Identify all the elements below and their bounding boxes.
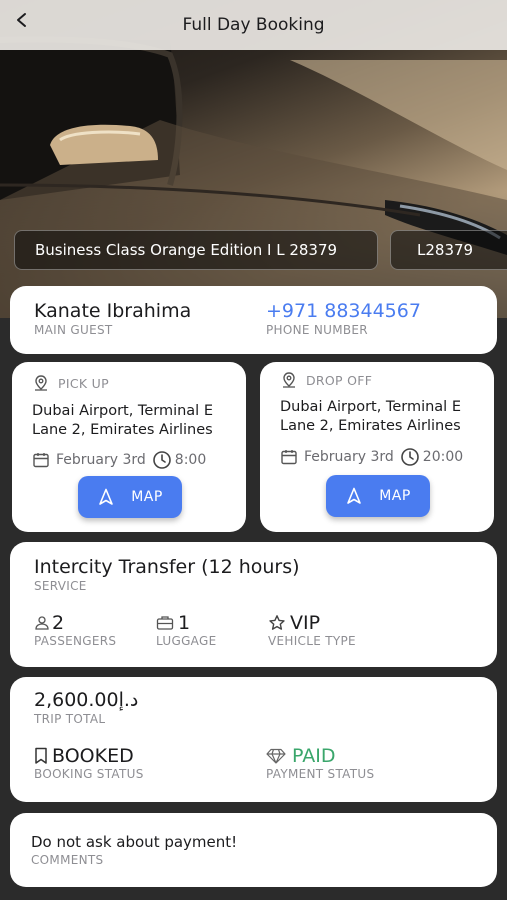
vehicle-type-caption: VEHICLE TYPE <box>268 634 356 648</box>
comments-text: Do not ask about payment! <box>31 833 238 851</box>
hero-image: Full Day Booking Business Class Orange E… <box>0 0 507 318</box>
calendar-icon <box>32 451 50 469</box>
top-bar: Full Day Booking <box>0 0 507 50</box>
phone-number-caption: PHONE NUMBER <box>266 323 368 337</box>
page-title: Full Day Booking <box>182 15 325 35</box>
luggage-value: 1 <box>178 612 191 634</box>
trip-status-card: 2,600.00د.إ TRIP TOTAL BOOKED BOOKING ST… <box>10 677 497 802</box>
dropoff-map-button[interactable]: MAP <box>326 475 430 517</box>
back-button[interactable] <box>14 12 40 38</box>
vehicle-chip-plate[interactable]: L28379 <box>390 230 507 270</box>
vehicle-chip-label: Business Class Orange Edition I L 28379 <box>35 241 338 259</box>
clock-icon <box>152 450 172 470</box>
navigation-arrow-icon <box>345 487 363 505</box>
dropoff-date: February 3rd <box>304 449 394 465</box>
service-caption: SERVICE <box>34 579 87 593</box>
calendar-icon <box>280 448 298 466</box>
person-icon <box>34 615 50 631</box>
guest-name-caption: MAIN GUEST <box>34 323 113 337</box>
clock-icon <box>400 447 420 467</box>
booking-status-value: BOOKED <box>52 745 134 767</box>
payment-status-value: PAID <box>292 745 336 767</box>
pickup-date: February 3rd <box>56 452 146 468</box>
vehicle-type-value: VIP <box>290 612 321 634</box>
back-arrow-icon <box>17 13 26 27</box>
guest-card: Kanate Ibrahima MAIN GUEST +971 88344567… <box>10 286 497 354</box>
dropoff-card: DROP OFF Dubai Airport, Terminal E Lane … <box>260 362 494 532</box>
phone-number-link[interactable]: +971 88344567 <box>266 300 421 322</box>
luggage-caption: LUGGAGE <box>156 634 217 648</box>
pickup-time: 8:00 <box>174 452 207 468</box>
bookmark-icon <box>34 747 48 765</box>
trip-total-caption: TRIP TOTAL <box>34 712 106 726</box>
vehicle-chip-name[interactable]: Business Class Orange Edition I L 28379 <box>14 230 378 270</box>
comments-caption: COMMENTS <box>31 853 104 867</box>
pickup-card: PICK UP Dubai Airport, Terminal E Lane 2… <box>12 362 246 532</box>
vehicle-chip-label: L28379 <box>417 241 474 259</box>
comments-card: Do not ask about payment! COMMENTS <box>10 813 497 887</box>
guest-name: Kanate Ibrahima <box>34 300 192 322</box>
pickup-map-button[interactable]: MAP <box>78 476 182 518</box>
navigation-arrow-icon <box>97 488 115 506</box>
dropoff-map-label: MAP <box>379 488 411 504</box>
service-card: Intercity Transfer (12 hours) SERVICE 2 … <box>10 542 497 667</box>
location-pin-icon <box>280 371 298 389</box>
passengers-caption: PASSENGERS <box>34 634 117 648</box>
luggage-icon <box>156 615 174 631</box>
dropoff-label: DROP OFF <box>306 372 373 388</box>
passengers-value: 2 <box>52 612 65 634</box>
booking-status-caption: BOOKING STATUS <box>34 767 144 781</box>
trip-total-value: 2,600.00د.إ <box>34 689 139 711</box>
dropoff-address-line2: Lane 2, Emirates Airlines <box>280 418 461 434</box>
service-title: Intercity Transfer (12 hours) <box>34 556 300 578</box>
dropoff-time: 20:00 <box>422 449 464 465</box>
pickup-address-line1: Dubai Airport, Terminal E <box>32 403 213 419</box>
diamond-icon <box>266 748 286 764</box>
pickup-address-line2: Lane 2, Emirates Airlines <box>32 422 213 438</box>
location-pin-icon <box>32 374 50 392</box>
star-icon <box>268 614 286 632</box>
pickup-label: PICK UP <box>58 375 109 391</box>
dropoff-address-line1: Dubai Airport, Terminal E <box>280 399 461 415</box>
pickup-map-label: MAP <box>131 489 163 505</box>
payment-status-caption: PAYMENT STATUS <box>266 767 375 781</box>
